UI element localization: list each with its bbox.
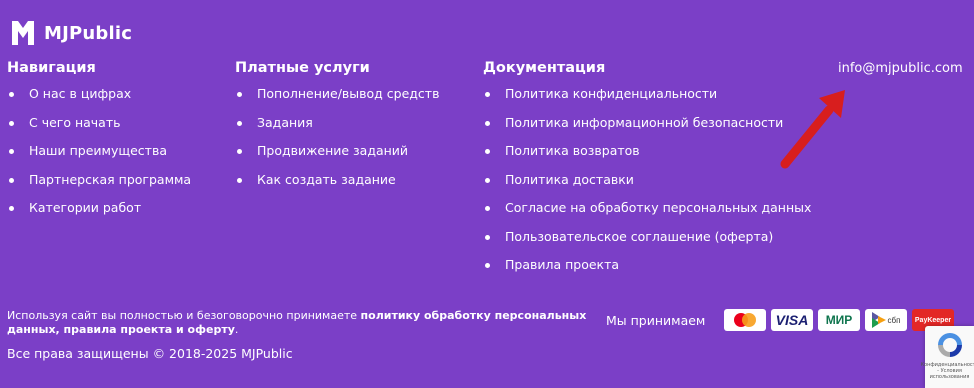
doc-link-rules[interactable]: Правила проекта xyxy=(505,257,619,272)
sbp-label: сбп xyxy=(887,315,901,325)
bullet-icon xyxy=(485,92,490,97)
paid-link-promotion[interactable]: Продвижение заданий xyxy=(257,143,408,158)
doc-link-consent[interactable]: Согласие на обработку персональных данны… xyxy=(505,200,811,215)
recaptcha-text: Конфиденциальность - Условия использован… xyxy=(920,362,974,380)
bullet-icon xyxy=(9,177,14,183)
list-item: Партнерская программа xyxy=(7,172,191,201)
documentation-heading: Документация xyxy=(483,60,606,76)
doc-link-user-agreement[interactable]: Пользовательское соглашение (оферта) xyxy=(505,229,773,244)
nav-link-partner[interactable]: Партнерская программа xyxy=(29,172,191,187)
contact-email-link[interactable]: info@mjpublic.com xyxy=(838,61,963,76)
list-item: Политика возвратов xyxy=(483,143,811,172)
visa-label: VISA xyxy=(775,312,809,328)
bullet-icon xyxy=(237,149,242,154)
bullet-icon xyxy=(9,120,14,126)
list-item: Политика доставки xyxy=(483,172,811,201)
bullet-icon xyxy=(9,92,14,97)
list-item: Согласие на обработку персональных данны… xyxy=(483,200,811,229)
paid-link-create-task[interactable]: Как создать задание xyxy=(257,172,396,187)
brand-logo[interactable]: MJPublic xyxy=(10,18,132,48)
list-item: Правила проекта xyxy=(483,257,811,286)
red-arrow-icon xyxy=(780,90,845,169)
list-item: Политика конфиденциальности xyxy=(483,86,811,115)
list-item: С чего начать xyxy=(7,115,191,144)
bullet-icon xyxy=(237,177,242,183)
brand-name: MJPublic xyxy=(44,22,133,44)
paid-services-column: Платные услуги Пополнение/вывод средств … xyxy=(235,60,439,200)
list-item: Задания xyxy=(235,115,439,144)
bullet-icon xyxy=(485,120,490,126)
legal-disclaimer: Используя сайт вы полностью и безоговоро… xyxy=(7,309,587,337)
list-item: Наши преимущества xyxy=(7,143,191,172)
doc-link-delivery[interactable]: Политика доставки xyxy=(505,172,634,187)
bullet-icon xyxy=(9,149,14,154)
bullet-icon xyxy=(485,234,490,240)
paid-link-deposit[interactable]: Пополнение/вывод средств xyxy=(257,86,439,101)
nav-link-start[interactable]: С чего начать xyxy=(29,115,121,130)
recaptcha-badge[interactable]: Конфиденциальность - Условия использован… xyxy=(921,326,974,388)
payment-methods: VISA МИР сбп PayKeeper xyxy=(724,309,954,331)
paid-services-heading: Платные услуги xyxy=(235,60,370,76)
bullet-icon xyxy=(485,149,490,154)
we-accept-label: Мы принимаем xyxy=(606,313,706,328)
sbp-icon: сбп xyxy=(865,309,907,331)
paykeeper-label: PayKeeper xyxy=(914,316,952,324)
list-item: Продвижение заданий xyxy=(235,143,439,172)
nav-link-about[interactable]: О нас в цифрах xyxy=(29,86,131,101)
bullet-icon xyxy=(485,263,490,268)
visa-icon: VISA xyxy=(771,309,813,331)
disclaimer-text: Используя сайт вы полностью и безоговоро… xyxy=(7,309,361,322)
paid-link-tasks[interactable]: Задания xyxy=(257,115,313,130)
bullet-icon xyxy=(485,206,490,211)
mir-label: МИР xyxy=(825,313,853,327)
doc-link-infosec[interactable]: Политика информационной безопасности xyxy=(505,115,783,130)
doc-link-refunds[interactable]: Политика возвратов xyxy=(505,143,640,158)
bullet-icon xyxy=(9,206,14,211)
copyright-text: Все права защищены © 2018-2025 MJPublic xyxy=(7,346,293,361)
list-item: Как создать задание xyxy=(235,172,439,201)
navigation-heading: Навигация xyxy=(7,60,96,76)
documentation-column: Документация Политика конфиденциальности… xyxy=(483,60,811,286)
disclaimer-suffix: . xyxy=(234,323,239,336)
navigation-column: Навигация О нас в цифрах С чего начать Н… xyxy=(7,60,191,229)
mastercard-icon xyxy=(724,309,766,331)
bullet-icon xyxy=(485,177,490,183)
nav-link-categories[interactable]: Категории работ xyxy=(29,200,141,215)
list-item: Категории работ xyxy=(7,200,191,229)
mir-icon: МИР xyxy=(818,309,860,331)
bullet-icon xyxy=(237,120,242,126)
recaptcha-icon xyxy=(937,333,962,357)
mjpublic-logo-icon xyxy=(12,21,34,45)
bullet-icon xyxy=(237,92,242,97)
list-item: Пользовательское соглашение (оферта) xyxy=(483,229,811,258)
nav-link-advantages[interactable]: Наши преимущества xyxy=(29,143,167,158)
list-item: О нас в цифрах xyxy=(7,86,191,115)
list-item: Политика информационной безопасности xyxy=(483,115,811,144)
doc-link-privacy[interactable]: Политика конфиденциальности xyxy=(505,86,717,101)
list-item: Пополнение/вывод средств xyxy=(235,86,439,115)
